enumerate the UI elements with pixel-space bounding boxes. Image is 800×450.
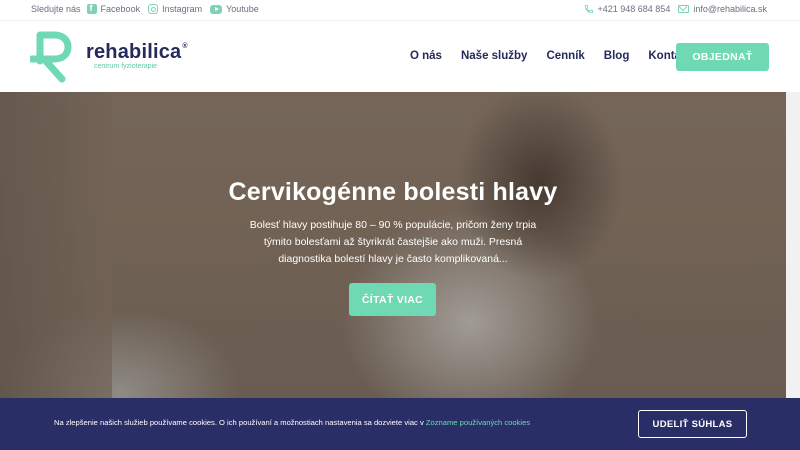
nav-item-nase-sluzby[interactable]: Naše služby — [461, 50, 527, 62]
site-header: rehabilica® centrum fyzioterapie O nás N… — [0, 20, 800, 92]
top-bar: Sledujte nás Facebook Instagram Youtube … — [0, 0, 800, 20]
cookie-text: Na zlepšenie našich služieb používame co… — [54, 418, 530, 427]
nav-item-blog[interactable]: Blog — [604, 50, 630, 62]
facebook-icon — [86, 3, 97, 14]
nav-item-cennik[interactable]: Cenník — [546, 50, 584, 62]
scrollbar[interactable] — [786, 92, 800, 398]
logo[interactable]: rehabilica® centrum fyzioterapie — [30, 31, 188, 83]
logo-mark-icon — [30, 31, 72, 83]
facebook-label: Facebook — [100, 4, 141, 14]
instagram-label: Instagram — [162, 4, 203, 14]
contact-links: +421 948 684 854 info@rehabilica.sk — [584, 4, 770, 14]
phone-number: +421 948 684 854 — [597, 4, 671, 14]
phone-link[interactable]: +421 948 684 854 — [584, 4, 671, 14]
phone-icon — [584, 4, 593, 14]
mail-icon — [678, 5, 690, 13]
hero-banner: Cervikogénne bolesti hlavy Bolesť hlavy … — [0, 92, 786, 398]
main-nav: O nás Naše služby Cenník Blog Kontakt — [410, 50, 691, 62]
social-links: Sledujte nás Facebook Instagram Youtube — [31, 3, 261, 14]
hero-title: Cervikogénne bolesti hlavy — [228, 178, 558, 206]
cookie-list-link[interactable]: Zozname používaných cookies — [426, 418, 530, 427]
logo-tagline: centrum fyzioterapie — [94, 62, 158, 70]
hero-text: Bolesť hlavy postihuje 80 – 90 % populác… — [249, 219, 537, 265]
read-more-button[interactable]: ČÍTAŤ VIAC — [349, 283, 436, 316]
logo-name: rehabilica® — [86, 40, 188, 63]
email-link[interactable]: info@rehabilica.sk — [678, 4, 767, 14]
cookie-bar: Na zlepšenie našich služieb používame co… — [0, 398, 800, 450]
instagram-icon — [148, 4, 159, 14]
youtube-link[interactable]: Youtube — [210, 4, 259, 14]
accept-cookies-button[interactable]: UDELIŤ SÚHLAS — [638, 410, 747, 438]
youtube-icon — [210, 4, 223, 14]
order-button[interactable]: OBJEDNAŤ — [676, 43, 769, 71]
nav-item-o-nas[interactable]: O nás — [410, 50, 442, 62]
facebook-link[interactable]: Facebook — [86, 3, 141, 14]
youtube-label: Youtube — [226, 4, 259, 14]
follow-label: Sledujte nás — [31, 4, 81, 14]
email-address: info@rehabilica.sk — [693, 4, 767, 14]
cookie-message: Na zlepšenie našich služieb používame co… — [54, 418, 426, 427]
instagram-link[interactable]: Instagram — [148, 4, 202, 14]
